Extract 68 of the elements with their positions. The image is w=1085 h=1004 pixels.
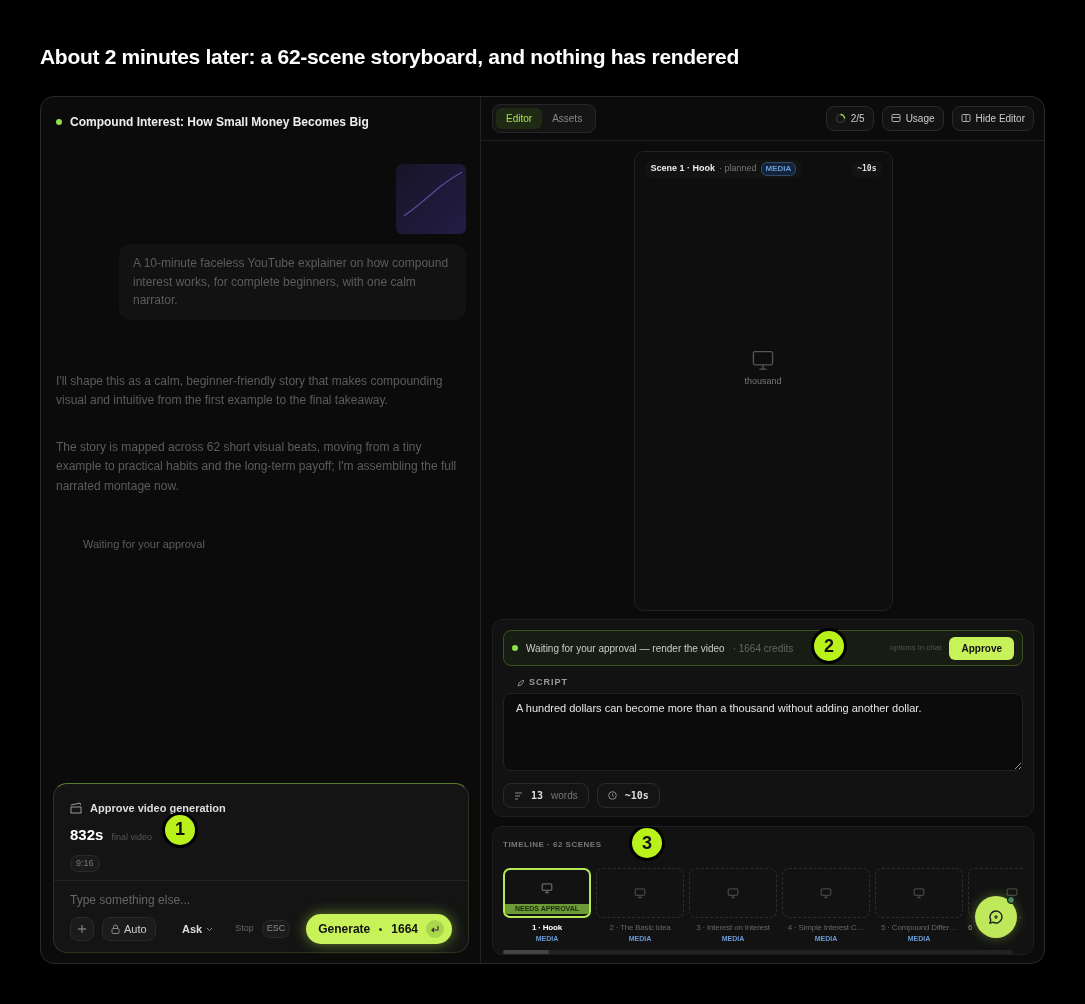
credits-label: · 1664 credits bbox=[732, 641, 794, 656]
esc-key-hint: ESC bbox=[261, 920, 291, 938]
thumbnail-image bbox=[396, 164, 466, 234]
waiting-status: Waiting for your approval bbox=[83, 536, 206, 552]
monitor-icon bbox=[913, 886, 925, 899]
status-dot bbox=[56, 119, 62, 125]
ask-dropdown[interactable]: Ask bbox=[174, 916, 222, 942]
message-input[interactable]: Type something else... bbox=[70, 881, 452, 914]
media-badge: MEDIA bbox=[760, 162, 797, 176]
editor-tab[interactable]: Editor bbox=[496, 107, 543, 129]
plus-icon bbox=[77, 924, 87, 934]
monitor-icon bbox=[820, 886, 832, 899]
aspect-ratio-badge: 9:16 bbox=[70, 854, 100, 872]
hide-editor-button[interactable]: Hide Editor bbox=[951, 105, 1034, 131]
editor-tab[interactable]: Assets bbox=[542, 107, 593, 129]
panel-icon bbox=[890, 113, 901, 123]
pencil-icon bbox=[517, 678, 525, 687]
monitor-icon bbox=[751, 348, 775, 372]
scene-title: 1 · Hook bbox=[532, 921, 562, 934]
monitor-icon bbox=[541, 881, 553, 894]
word-count-label: words bbox=[551, 789, 578, 803]
scene-title: 3 · Interest on Interest bbox=[696, 921, 770, 934]
scene-label: Scene 1 · Hook bbox=[650, 162, 716, 176]
scene-title: 4 · Simple Interest C… bbox=[787, 921, 865, 934]
page-heading: About 2 minutes later: a 62-scene storyboard, and nothing has rendered bbox=[39, 44, 740, 70]
scene-thumbnail[interactable] bbox=[782, 867, 870, 918]
chevron-down-icon bbox=[206, 926, 214, 932]
script-label: SCRIPT bbox=[529, 676, 568, 689]
generate-button[interactable]: Generate 1664 bbox=[306, 914, 452, 944]
scene-thumbnail[interactable] bbox=[596, 867, 684, 918]
assistant-message: The story is mapped across 62 short visual beats, moving from a tiny example to practical habits and the long-term payoff; I'm assembling the full narrated montage now. bbox=[55, 439, 458, 495]
scene-title: 2 · The Basic Idea bbox=[609, 921, 671, 934]
notification-dot bbox=[1007, 896, 1015, 904]
chat-button[interactable] bbox=[975, 896, 1017, 938]
duration-estimate: ~10s bbox=[624, 789, 649, 803]
scene-thumbnail[interactable] bbox=[689, 867, 777, 918]
status-dot bbox=[512, 645, 518, 651]
approval-message: Waiting for your approval — render the video bbox=[526, 641, 725, 656]
approve-button[interactable]: Approve bbox=[949, 636, 1014, 660]
progress-button[interactable]: 2/5 bbox=[825, 105, 874, 131]
spinner-icon bbox=[834, 112, 846, 124]
duration-value: 832s bbox=[70, 825, 104, 845]
chat-title: Compound Interest: How Small Money Becomes Big bbox=[70, 114, 369, 131]
scene-status: · planned bbox=[719, 162, 757, 176]
clock-icon bbox=[607, 791, 617, 800]
monitor-icon bbox=[727, 886, 739, 899]
chat-bubble-icon bbox=[988, 909, 1004, 925]
usage-button[interactable]: Usage bbox=[881, 105, 944, 131]
scene-title: 5 · Compound Differ… bbox=[881, 921, 957, 934]
enter-key-icon bbox=[426, 920, 444, 938]
scene-thumbnail[interactable] bbox=[875, 867, 963, 918]
script-field[interactable]: A hundred dollars can become more than a thousand without adding another dollar. bbox=[503, 692, 1023, 771]
user-message: A 10-minute faceless YouTube explainer on how compound interest works, for complete beginners, with one calm narrator. bbox=[119, 244, 466, 320]
assistant-message: I'll shape this as a calm, beginner-friendly story that makes compounding visual and intuitive from the first example to the final takeaway. bbox=[55, 372, 444, 409]
scene-duration: ~10s bbox=[852, 161, 882, 177]
clapperboard-icon bbox=[70, 801, 82, 814]
lock-icon bbox=[111, 924, 120, 934]
auto-mode-button[interactable]: Auto bbox=[102, 917, 156, 941]
split-view-icon bbox=[960, 113, 971, 123]
callout-marker: 3 bbox=[629, 827, 665, 861]
add-button[interactable] bbox=[70, 917, 94, 941]
timeline-title: TIMELINE · 62 SCENES bbox=[503, 840, 602, 849]
lines-icon bbox=[514, 791, 523, 800]
scene-title: 6 bbox=[968, 921, 973, 934]
monitor-icon bbox=[634, 886, 646, 899]
preview-caption: thousand bbox=[744, 375, 782, 388]
sparkle-icon bbox=[378, 926, 384, 932]
word-count: 13 bbox=[531, 789, 544, 803]
